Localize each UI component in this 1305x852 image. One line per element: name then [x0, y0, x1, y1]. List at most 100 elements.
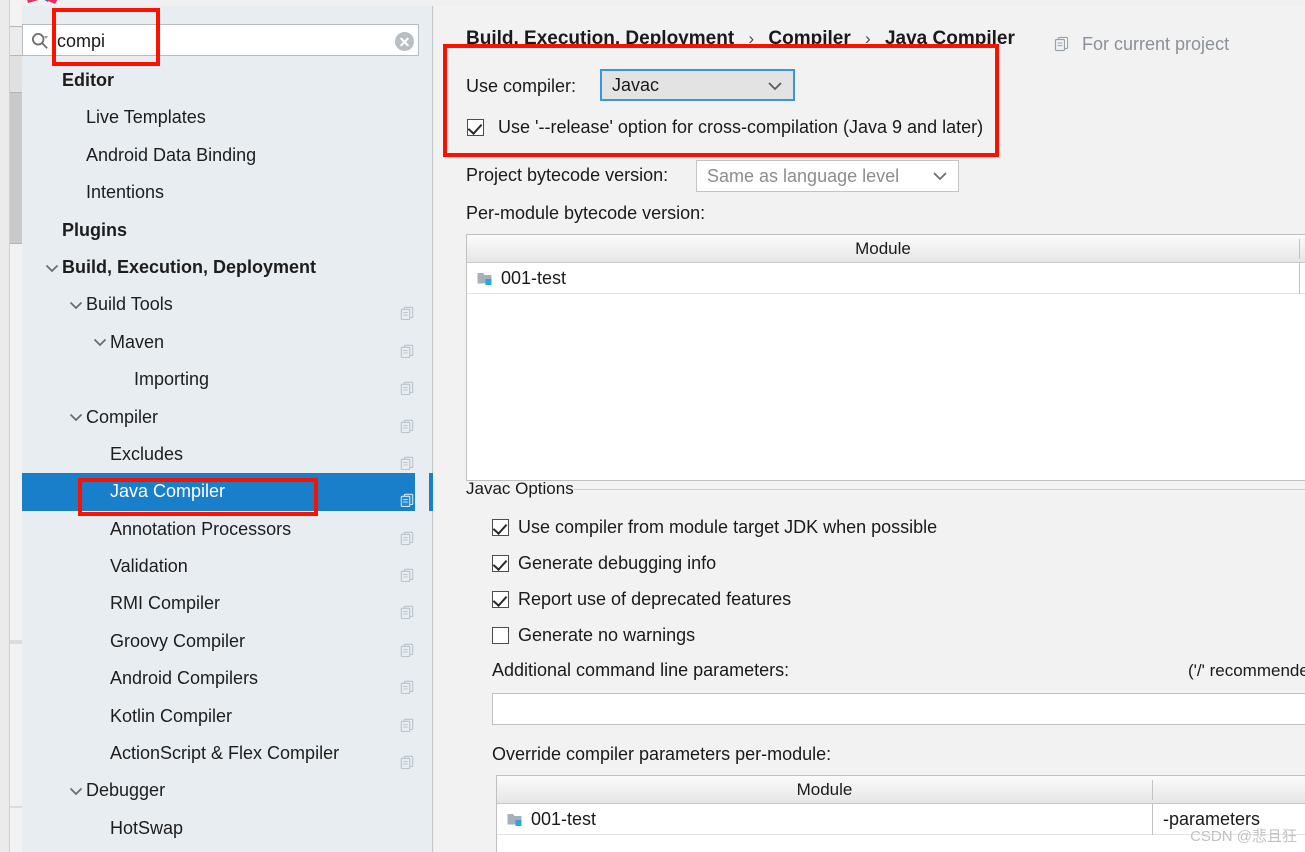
per-module-bytecode-table[interactable]: Module 001-test	[466, 234, 1305, 481]
sidebar-item-compiler[interactable]: Compiler	[22, 399, 433, 436]
sidebar-item-build-tools[interactable]: Build Tools	[22, 286, 433, 323]
sidebar-item-label: Build, Execution, Deployment	[62, 256, 317, 277]
sidebar-item-label: Excludes	[110, 443, 184, 464]
sidebar-item-excludes[interactable]: Excludes	[22, 436, 433, 473]
copy-settings-icon[interactable]	[400, 335, 415, 358]
copy-settings-icon[interactable]	[400, 559, 415, 583]
javac-option-row-2[interactable]: Report use of deprecated features	[492, 589, 791, 610]
for-current-project-label: For current project	[1054, 34, 1229, 57]
settings-dialog: Editor Live Templates Android Data Binding…	[22, 6, 1305, 852]
sidebar-item-live-templates[interactable]: Live Templates	[22, 99, 433, 136]
release-option-checkbox-row[interactable]: Use '--release' option for cross-compila…	[467, 117, 983, 138]
breadcrumb-separator-1: ›	[748, 29, 755, 48]
sidebar-item-annotation-processors[interactable]: Annotation Processors	[22, 511, 433, 548]
copy-settings-icon[interactable]	[400, 484, 415, 508]
javac-options-group-title: Javac Options	[466, 479, 574, 498]
copy-settings-icon[interactable]	[400, 522, 415, 545]
javac-option-label-2: Report use of deprecated features	[518, 589, 792, 609]
chevron-down-icon[interactable]	[68, 772, 84, 809]
settings-tree[interactable]: Editor Live Templates Android Data Binding…	[22, 62, 433, 852]
copy-settings-icon[interactable]	[400, 634, 415, 657]
override-params-label: Override compiler parameters per-module:	[492, 744, 832, 764]
for-current-project-text: For current project	[1082, 34, 1230, 54]
sidebar-item-importing[interactable]: Importing	[22, 361, 433, 398]
additional-params-input[interactable]	[492, 693, 1305, 725]
use-compiler-label: Use compiler:	[466, 76, 577, 96]
module-folder-icon	[507, 814, 522, 826]
sidebar-item-plugins[interactable]: Plugins	[22, 212, 433, 249]
search-icon	[31, 32, 48, 49]
sidebar-item-label: RMI Compiler	[110, 593, 221, 614]
table-row[interactable]: 001-test	[467, 263, 1305, 294]
sidebar-item-android-data-binding[interactable]: Android Data Binding	[22, 137, 433, 174]
breadcrumb-part-3: Java Compiler	[884, 28, 1015, 49]
chevron-down-icon[interactable]	[68, 399, 84, 436]
javac-option-row-1[interactable]: Generate debugging info	[492, 553, 716, 574]
search-input[interactable]	[57, 29, 387, 53]
sidebar-item-kotlin-compiler[interactable]: Kotlin Compiler	[22, 698, 433, 735]
copy-settings-icon[interactable]	[400, 596, 415, 620]
breadcrumb-part-2[interactable]: Compiler	[768, 28, 850, 49]
sidebar-item-label: HotSwap	[110, 817, 184, 838]
clear-search-icon[interactable]	[395, 32, 414, 51]
settings-tree-panel: Editor Live Templates Android Data Binding…	[22, 6, 822, 852]
sidebar-item-label: ActionScript & Flex Compiler	[110, 743, 340, 764]
sidebar-item-groovy-compiler[interactable]: Groovy Compiler	[22, 623, 433, 660]
table-row[interactable]: 001-test -parameters	[497, 804, 1305, 835]
sidebar-item-java-compiler[interactable]: Java Compiler	[22, 473, 433, 511]
sidebar-item-editor[interactable]: Editor	[22, 62, 433, 99]
sidebar-item-label: Debugger	[86, 780, 166, 801]
tree-scrollbar-track[interactable]	[415, 62, 822, 852]
javac-option-checkbox-3[interactable]	[492, 627, 509, 644]
chevron-down-icon[interactable]	[44, 249, 60, 286]
chevron-down-icon[interactable]	[68, 286, 84, 323]
sidebar-item-intentions[interactable]: Intentions	[22, 174, 433, 211]
bytecode-table-header-module[interactable]: Module	[467, 235, 1299, 263]
chevron-down-icon	[768, 82, 782, 91]
sidebar-item-label: Android Compilers	[110, 668, 259, 689]
sidebar-item-label: Java Compiler	[110, 481, 226, 502]
copy-settings-icon[interactable]	[400, 447, 415, 470]
sidebar-item-validation[interactable]: Validation	[22, 548, 433, 585]
sidebar-item-rmi-compiler[interactable]: RMI Compiler	[22, 585, 433, 622]
sidebar-item-hotswap[interactable]: HotSwap	[22, 810, 433, 847]
override-table-header-module[interactable]: Module	[497, 776, 1152, 804]
project-bytecode-dropdown[interactable]: Same as language level	[696, 160, 959, 192]
copy-settings-icon[interactable]	[400, 709, 415, 732]
javac-option-checkbox-2[interactable]	[492, 591, 509, 608]
search-row	[22, 24, 433, 56]
sidebar-item-maven[interactable]: Maven	[22, 324, 433, 361]
use-compiler-dropdown[interactable]: Javac	[600, 69, 795, 101]
sidebar-item-label: Kotlin Compiler	[110, 705, 233, 726]
sidebar-item-android-compilers[interactable]: Android Compilers	[22, 660, 433, 697]
copy-settings-icon[interactable]	[400, 671, 415, 695]
javac-option-label-0: Use compiler from module target JDK when…	[518, 517, 938, 537]
javac-options-divider	[574, 489, 1305, 490]
javac-option-row-0[interactable]: Use compiler from module target JDK when…	[492, 517, 937, 538]
sidebar-item-label: Importing	[134, 369, 210, 390]
copy-settings-icon[interactable]	[400, 372, 415, 396]
per-module-bytecode-label: Per-module bytecode version:	[466, 203, 706, 223]
breadcrumb-part-1[interactable]: Build, Execution, Deployment	[466, 28, 734, 49]
copy-settings-icon	[1054, 36, 1070, 57]
release-option-checkbox[interactable]	[467, 119, 484, 136]
copy-settings-icon[interactable]	[400, 746, 415, 770]
watermark: CSDN @悲且狂	[1190, 828, 1297, 845]
override-params-table[interactable]: Module 001-test -parameters	[496, 775, 1305, 852]
javac-option-checkbox-1[interactable]	[492, 555, 509, 572]
copy-settings-icon[interactable]	[400, 297, 415, 321]
sidebar-item-build-execution-deployment[interactable]: Build, Execution, Deployment	[22, 249, 433, 286]
sidebar-item-actionscript-flex-compiler[interactable]: ActionScript & Flex Compiler	[22, 735, 433, 772]
override-table-header-row: Module	[497, 776, 1305, 804]
javac-option-label-1: Generate debugging info	[518, 553, 717, 573]
breadcrumb: Build, Execution, Deployment › Compiler …	[466, 28, 1015, 50]
search-box[interactable]	[22, 24, 419, 56]
module-folder-icon	[477, 273, 492, 285]
sidebar-item-label: Editor	[62, 70, 114, 90]
sidebar-item-debugger[interactable]: Debugger	[22, 772, 433, 809]
javac-option-checkbox-0[interactable]	[492, 519, 509, 536]
copy-settings-icon[interactable]	[400, 410, 415, 433]
javac-option-row-3[interactable]: Generate no warnings	[492, 625, 695, 646]
sidebar-item-label: Intentions	[86, 182, 165, 203]
chevron-down-icon[interactable]	[92, 324, 108, 361]
